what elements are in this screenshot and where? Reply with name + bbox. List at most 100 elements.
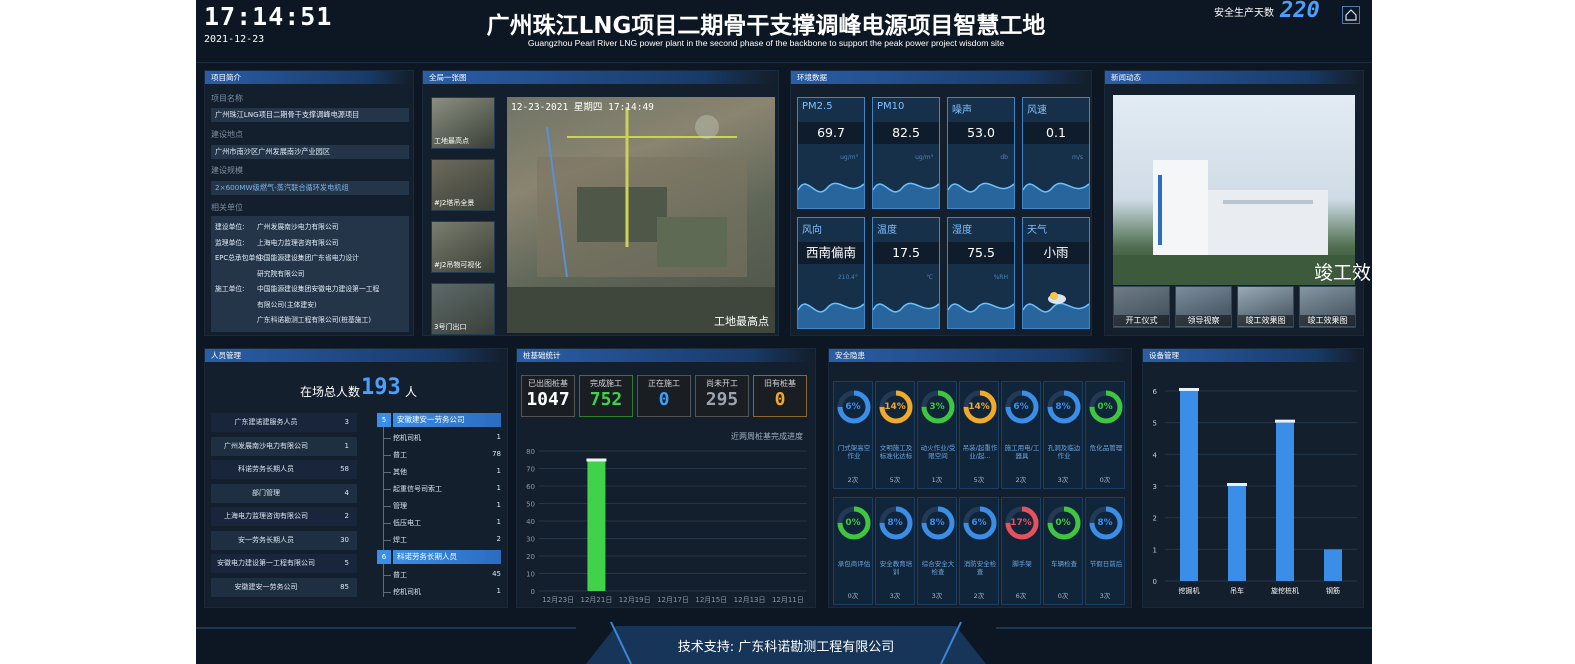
panel-title: 人员管理 <box>205 349 503 362</box>
hazard-card: 0% 承包商评估 0次 <box>833 497 873 605</box>
env-panel: 环境数据 PM2.5 69.7 ug/m³ PM10 82.5 ug/m³ 噪声 53.0 db… <box>790 70 1092 336</box>
hazard-count: 5次 <box>889 476 901 484</box>
news-image[interactable] <box>1113 95 1355 285</box>
env-unit: ℃ <box>926 274 933 281</box>
group-role-count: 1 <box>496 587 501 595</box>
project-units: 建设单位: 广州发展南沙电力有限公司 监理单位: 上海电力监理咨询有限公司 EPC总承包… <box>211 216 409 332</box>
group-role: 管理 <box>393 502 407 510</box>
hazard-card: 6% 消防安全检查 2次 <box>959 497 999 605</box>
hazard-percent: 0% <box>845 518 861 528</box>
total-label: 在场总人数 <box>300 385 361 399</box>
equipment-bar <box>1228 486 1246 581</box>
x-tick-label: 12月11日 <box>772 596 804 604</box>
tree-branch <box>383 506 391 507</box>
y-tick-label: 10 <box>526 571 535 579</box>
project-units-label: 相关单位 <box>211 203 243 212</box>
hazard-percent: 8% <box>929 518 945 528</box>
equipment-bar <box>1324 549 1342 581</box>
live-camera-view[interactable]: 12-23-2021 星期四 17:14:49 工地最高点 <box>507 97 775 333</box>
y-tick-label: 0 <box>1153 578 1157 586</box>
personnel-row: 安徽建安一劳务公司 85 <box>211 577 357 597</box>
news-thumb[interactable]: 竣工效果图 <box>1299 286 1356 328</box>
home-icon <box>1345 9 1357 21</box>
hazard-card: 14% 文明施工及标准化达标 5次 <box>875 381 915 489</box>
panel-title: 项目简介 <box>205 71 410 84</box>
hazard-count: 2次 <box>973 592 985 600</box>
env-value: 17.5 <box>873 242 939 264</box>
x-tick-label: 吊车 <box>1230 586 1244 595</box>
tree-branch <box>383 455 391 456</box>
hazard-percent: 6% <box>1013 402 1029 412</box>
unit-role: 施工单位: <box>215 285 245 293</box>
footer-credit: 技术支持: 广东科诺勘测工程有限公司 <box>677 640 895 655</box>
env-card: 噪声 53.0 db <box>947 97 1015 209</box>
hazard-percent: 17% <box>1010 518 1032 528</box>
unit-row: 广东科诺勘测工程有限公司(桩基施工) <box>215 314 371 324</box>
env-wave <box>798 182 864 208</box>
camera-thumb[interactable]: #J2吊物可视化 <box>431 221 495 273</box>
group-name: 安徽建安一劳务公司 <box>393 413 501 427</box>
x-tick-label: 挖掘机 <box>1179 586 1200 595</box>
unit-company: 有限公司(主体建安) <box>257 300 317 309</box>
hazard-card: 17% 脚手架 6次 <box>1001 497 1041 605</box>
camera-thumb[interactable]: 3号门出口 <box>431 283 495 335</box>
env-unit: ug/m³ <box>915 154 933 161</box>
env-name: PM10 <box>877 101 905 112</box>
news-thumb[interactable]: 竣工效果图 <box>1237 286 1294 328</box>
pile-stat-value: 295 <box>705 389 739 410</box>
unit-role: 建设单位: <box>215 223 245 231</box>
group-role: 挖机司机 <box>393 434 421 442</box>
unit-company: 上海电力监理咨询有限公司 <box>257 238 339 247</box>
personnel-org: 广州发展南沙电力有限公司 <box>224 441 308 450</box>
personnel-org: 安徽建安一劳务公司 <box>234 582 298 591</box>
piles-panel: 桩基础统计 近两周桩基完成进度 0 10 20 30 40 50 60 70 80 12月23日 1… <box>516 348 816 608</box>
hazard-name: 节假日前后 <box>1089 560 1123 568</box>
env-wave <box>948 302 1014 328</box>
group-role-count: 1 <box>496 467 501 475</box>
unit-company: 中国能源建设集团广东省电力设计 <box>257 254 359 262</box>
pile-stat-box: 已出图桩基 1047 <box>521 375 575 417</box>
pile-stat-label: 已出图桩基 <box>528 379 568 388</box>
page-subtitle: Guangzhou Pearl River LNG power plant in… <box>527 38 1005 48</box>
y-tick-label: 3 <box>1153 483 1157 491</box>
env-card: 风向 西南偏南 210.4° <box>797 217 865 329</box>
env-name: 风速 <box>1027 105 1047 116</box>
camera-thumb[interactable]: 工地最高点 <box>431 97 495 149</box>
x-tick-label: 旋挖桩机 <box>1271 586 1299 595</box>
env-name: 温度 <box>877 225 897 236</box>
project-scale-label: 建设规模 <box>211 166 243 175</box>
pile-stat-label: 完成施工 <box>590 379 622 388</box>
hazard-card: 8% 孔洞及临边作业 3次 <box>1043 381 1083 489</box>
personnel-row: 安一劳务长期人员 30 <box>211 530 357 550</box>
pile-stat-label: 旧有桩基 <box>764 379 796 388</box>
news-thumb[interactable]: 开工仪式 <box>1113 286 1170 328</box>
news-thumb[interactable]: 领导视察 <box>1175 286 1232 328</box>
safety-panel: 安全隐患 6% 门式架高空作业 2次 14% 文明施工及标准化达标 5次 3% 动火作业/受限… <box>828 348 1132 608</box>
hazard-percent: 0% <box>1097 402 1113 412</box>
x-tick-label: 12月17日 <box>657 596 689 604</box>
unit-company: 研究院有限公司 <box>257 269 305 278</box>
pile-stat-box: 正在施工 0 <box>637 375 691 417</box>
personnel-count: 4 <box>344 488 349 497</box>
dashboard-screen: 17:14:51 2021-12-23 广州珠江LNG项目二期骨干支撑调峰电源项… <box>196 0 1372 664</box>
y-tick-label: 60 <box>526 483 535 491</box>
unit-row: 监理单位: 上海电力监理咨询有限公司 <box>215 237 339 247</box>
hazard-count: 1次 <box>931 476 943 484</box>
hazard-name: 动火作业/受限空间 <box>920 444 956 460</box>
camera-thumb[interactable]: #J2塔吊全景 <box>431 159 495 211</box>
x-tick-label: 12月21日 <box>581 596 613 604</box>
hazard-count: 3次 <box>1057 476 1069 484</box>
equipment-chart: 0 1 2 3 4 5 6 挖掘机 吊车 旋挖桩机 钢筋 <box>1153 388 1357 595</box>
camera-thumb-label: #J2塔吊全景 <box>434 199 475 207</box>
hazard-card: 6% 施工用电/工器具 2次 <box>1001 381 1041 489</box>
hazard-card: 3% 动火作业/受限空间 1次 <box>917 381 957 489</box>
panel-title: 设备管理 <box>1143 349 1359 362</box>
env-value: 82.5 <box>873 122 939 144</box>
hazard-count: 0次 <box>1057 592 1069 600</box>
equipment-bar-cap <box>1179 388 1199 391</box>
y-tick-label: 2 <box>1153 515 1157 523</box>
hazard-percent: 14% <box>968 402 990 412</box>
env-card: 风速 0.1 m/s <box>1022 97 1090 209</box>
hazard-name: 脚手架 <box>1012 560 1032 568</box>
home-button[interactable] <box>1342 6 1360 24</box>
